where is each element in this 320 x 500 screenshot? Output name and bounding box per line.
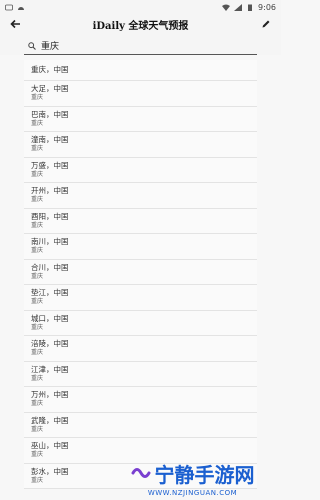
city-region: 重庆 — [31, 323, 44, 331]
list-item[interactable]: 万盛，中国 重庆 — [24, 158, 257, 183]
signal-icon — [234, 3, 243, 11]
list-item[interactable]: 大足，中国 重庆 — [24, 81, 257, 107]
status-left — [5, 4, 25, 11]
city-name: 大足，中国 — [31, 84, 69, 94]
city-name: 万州，中国 — [31, 390, 69, 400]
list-item[interactable]: 南川，中国 重庆 — [24, 234, 257, 260]
list-item[interactable]: 涪陵，中国 重庆 — [24, 336, 257, 362]
city-name: 酉阳，中国 — [31, 211, 69, 221]
city-region: 重庆 — [31, 170, 44, 178]
city-region: 重庆 — [31, 272, 44, 280]
battery-icon — [248, 4, 253, 11]
city-region: 重庆 — [31, 94, 44, 102]
city-name: 垫江，中国 — [31, 288, 69, 298]
watermark-logo-icon — [131, 468, 150, 478]
city-region: 重庆 — [31, 425, 44, 433]
status-right: 9:06 — [222, 3, 276, 12]
city-name: 城口，中国 — [31, 313, 69, 323]
app-bar: iDaily 全球天气预报 — [0, 14, 281, 34]
city-region: 重庆 — [31, 221, 44, 229]
search-bar: 重庆 — [0, 34, 281, 55]
city-region: 重庆 — [31, 196, 44, 204]
city-region: 重庆 — [31, 119, 44, 127]
list-item[interactable]: 城口，中国 重庆 — [24, 311, 257, 336]
city-region: 重庆 — [31, 374, 44, 382]
city-region: 重庆 — [31, 145, 44, 153]
pencil-icon — [262, 20, 270, 28]
list-item[interactable]: 垫江，中国 重庆 — [24, 285, 257, 311]
list-item[interactable]: 巴南，中国 重庆 — [24, 107, 257, 132]
edit-button[interactable] — [258, 16, 274, 32]
list-item[interactable]: 潼南，中国 重庆 — [24, 132, 257, 158]
list-item[interactable]: 酉阳，中国 重庆 — [24, 209, 257, 234]
watermark-title: 宁静手游网 — [154, 462, 255, 487]
city-name: 巫山，中国 — [31, 441, 69, 451]
status-bar: 9:06 — [0, 0, 281, 14]
list-item[interactable]: 合川，中国 重庆 — [24, 260, 257, 285]
city-region: 重庆 — [31, 298, 44, 306]
city-name: 巴南，中国 — [31, 109, 69, 119]
wifi-icon — [222, 4, 231, 11]
search-value: 重庆 — [41, 42, 60, 52]
watermark: 宁静手游网 WWW.NZJINGUAN.COM — [104, 455, 281, 500]
list-item[interactable]: 万州，中国 重庆 — [24, 387, 257, 413]
status-time: 9:06 — [258, 2, 276, 12]
search-icon — [28, 41, 36, 50]
list-item[interactable]: 重庆，中国 — [24, 60, 257, 81]
notification-icon — [5, 4, 13, 10]
app-title: iDaily 全球天气预报 — [92, 20, 189, 32]
city-name: 合川，中国 — [31, 262, 69, 272]
city-name: 重庆，中国 — [31, 65, 69, 74]
list-item[interactable]: 江津，中国 重庆 — [24, 362, 257, 387]
android-icon — [18, 6, 24, 10]
watermark-url: WWW.NZJINGUAN.COM — [147, 488, 238, 497]
city-name: 江津，中国 — [31, 364, 69, 374]
city-name: 万盛，中国 — [31, 160, 69, 170]
list-item[interactable]: 开州，中国 重庆 — [24, 183, 257, 209]
watermark-row: 宁静手游网 — [131, 459, 255, 488]
city-name: 开州，中国 — [31, 186, 69, 196]
city-name: 涪陵，中国 — [31, 339, 69, 349]
results-list: 重庆，中国 大足，中国 重庆 巴南，中国 重庆 潼南，中国 重庆 万盛，中国 重庆 开州，中国 重庆… — [24, 60, 257, 489]
city-name: 武隆，中国 — [31, 415, 69, 425]
back-button[interactable] — [7, 16, 23, 32]
search-input[interactable]: 重庆 — [24, 37, 257, 55]
list-item[interactable]: 武隆，中国 重庆 — [24, 413, 257, 438]
city-name: 南川，中国 — [31, 237, 69, 247]
back-arrow-icon — [9, 19, 20, 29]
city-region: 重庆 — [31, 247, 44, 255]
city-region: 重庆 — [31, 400, 44, 408]
city-name: 潼南，中国 — [31, 135, 69, 145]
city-region: 重庆 — [31, 349, 44, 357]
